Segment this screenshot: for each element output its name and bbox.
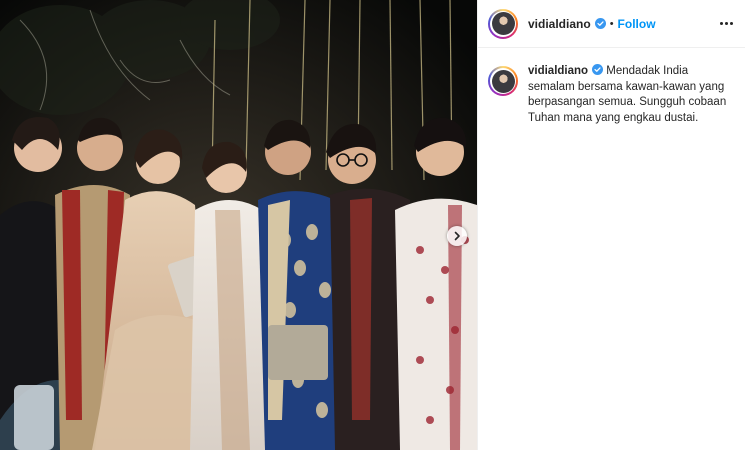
caption-body: vidialdiano Mendadak India semalam bersa… <box>528 64 733 126</box>
chevron-right-icon <box>454 231 460 241</box>
avatar[interactable] <box>488 8 518 39</box>
post-caption: vidialdiano Mendadak India semalam bersa… <box>478 48 745 126</box>
post-side-panel: vidialdiano • Follow vidialdiano Mendada… <box>477 0 745 450</box>
follow-button[interactable]: Follow <box>618 17 656 31</box>
caption-verified-badge-icon <box>592 64 604 75</box>
post-header: vidialdiano • Follow <box>478 0 745 48</box>
instagram-post: vidialdiano • Follow vidialdiano Mendada… <box>0 0 745 450</box>
separator-dot: • <box>609 17 614 30</box>
carousel-next-button[interactable] <box>447 226 467 246</box>
caption-username-link[interactable]: vidialdiano <box>528 65 588 77</box>
caption-avatar[interactable] <box>488 66 518 96</box>
verified-badge-icon <box>594 18 606 29</box>
more-options-icon[interactable] <box>716 18 733 29</box>
post-photo[interactable] <box>0 0 477 450</box>
username-link[interactable]: vidialdiano <box>528 17 591 31</box>
group-photo-illustration <box>0 0 477 450</box>
